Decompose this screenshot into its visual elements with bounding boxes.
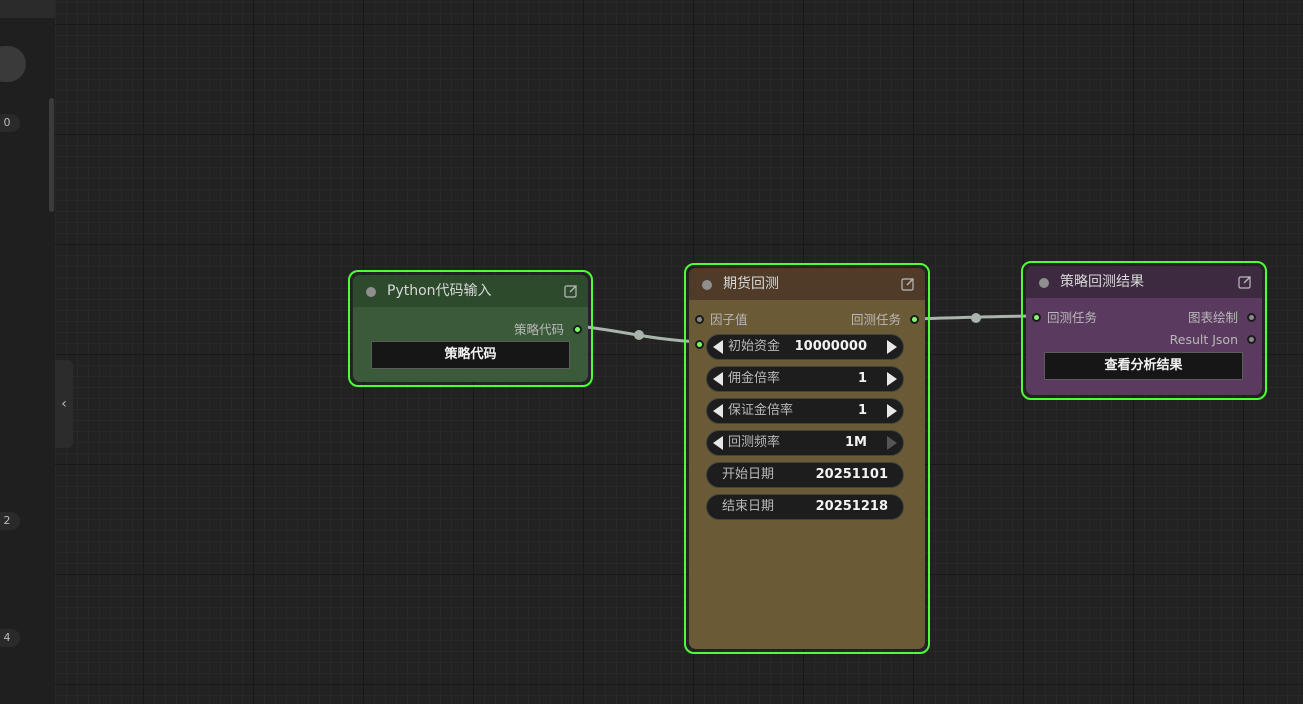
backtest-frequency-widget[interactable]: 回测频率 1M — [706, 430, 904, 456]
widget-value: 1M — [845, 435, 867, 450]
node-title: 期货回测 — [723, 276, 779, 292]
widget-label: 保证金倍率 — [728, 403, 794, 418]
node-body: 策略回测结果 回测任务 图表绘制 Result Json 查看分析结果 — [1026, 266, 1262, 395]
collapse-dot-icon[interactable] — [366, 287, 376, 297]
node-title: 策略回测结果 — [1060, 274, 1144, 290]
output-socket[interactable] — [910, 315, 919, 324]
end-date-widget[interactable]: 结束日期 20251218 — [706, 494, 904, 520]
decrement-arrow-icon[interactable] — [713, 404, 723, 418]
widget-value: 10000000 — [794, 339, 867, 354]
node-futures-backtest[interactable]: 期货回测 因子值 回测任务 初始资金 10000000 佣金倍率 1 保证金倍率… — [684, 263, 930, 654]
widget-value: 1 — [857, 403, 867, 418]
output-socket[interactable] — [1247, 335, 1256, 344]
initial-capital-widget[interactable]: 初始资金 10000000 — [706, 334, 904, 360]
increment-arrow-icon[interactable] — [887, 372, 897, 386]
output-slot-label: 图表绘制 — [1187, 310, 1238, 325]
node-title: Python代码输入 — [387, 283, 492, 299]
widget-label: 佣金倍率 — [728, 371, 781, 386]
node-strategy-result[interactable]: 策略回测结果 回测任务 图表绘制 Result Json 查看分析结果 — [1021, 261, 1267, 400]
increment-arrow-icon[interactable] — [887, 436, 897, 450]
commission-rate-widget[interactable]: 佣金倍率 1 — [706, 366, 904, 392]
edit-icon[interactable] — [901, 277, 915, 291]
node-header[interactable]: 期货回测 — [689, 268, 925, 300]
start-date-widget[interactable]: 开始日期 20251101 — [706, 462, 904, 488]
edit-icon[interactable] — [564, 284, 578, 298]
widget-value: 1 — [857, 371, 867, 386]
increment-arrow-icon[interactable] — [887, 340, 897, 354]
output-socket[interactable] — [1247, 313, 1256, 322]
increment-arrow-icon[interactable] — [887, 404, 897, 418]
input-slot-label: 回测任务 — [1047, 310, 1098, 325]
decrement-arrow-icon[interactable] — [713, 436, 723, 450]
output-slot-label: Result Json — [1169, 332, 1238, 347]
widget-label: 结束日期 — [722, 499, 775, 514]
output-slot-label: 回测任务 — [850, 312, 901, 327]
edit-icon[interactable] — [1238, 275, 1252, 289]
node-body: 期货回测 因子值 回测任务 初始资金 10000000 佣金倍率 1 保证金倍率… — [689, 268, 925, 649]
widget-label: 回测频率 — [728, 435, 781, 450]
decrement-arrow-icon[interactable] — [713, 372, 723, 386]
output-socket[interactable] — [573, 325, 582, 334]
node-header[interactable]: 策略回测结果 — [1026, 266, 1262, 298]
link-midpoint — [634, 330, 644, 340]
input-socket[interactable] — [695, 340, 704, 349]
link-midpoint — [971, 313, 981, 323]
decrement-arrow-icon[interactable] — [713, 340, 723, 354]
collapse-dot-icon[interactable] — [702, 280, 712, 290]
input-socket[interactable] — [695, 315, 704, 324]
view-analysis-button[interactable]: 查看分析结果 — [1044, 352, 1243, 380]
widget-label: 开始日期 — [722, 467, 775, 482]
node-python-input[interactable]: Python代码输入 策略代码 策略代码 — [348, 270, 593, 387]
node-header[interactable]: Python代码输入 — [353, 275, 588, 307]
widget-value: 20251101 — [815, 467, 888, 482]
input-slot-label: 因子值 — [710, 312, 748, 327]
widget-label: 初始资金 — [728, 339, 781, 354]
output-slot-label: 策略代码 — [513, 322, 564, 337]
collapse-dot-icon[interactable] — [1039, 278, 1049, 288]
margin-rate-widget[interactable]: 保证金倍率 1 — [706, 398, 904, 424]
widget-value: 20251218 — [815, 499, 888, 514]
strategy-code-button[interactable]: 策略代码 — [371, 341, 570, 369]
node-body: Python代码输入 策略代码 策略代码 — [353, 275, 588, 382]
input-socket[interactable] — [1032, 313, 1041, 322]
